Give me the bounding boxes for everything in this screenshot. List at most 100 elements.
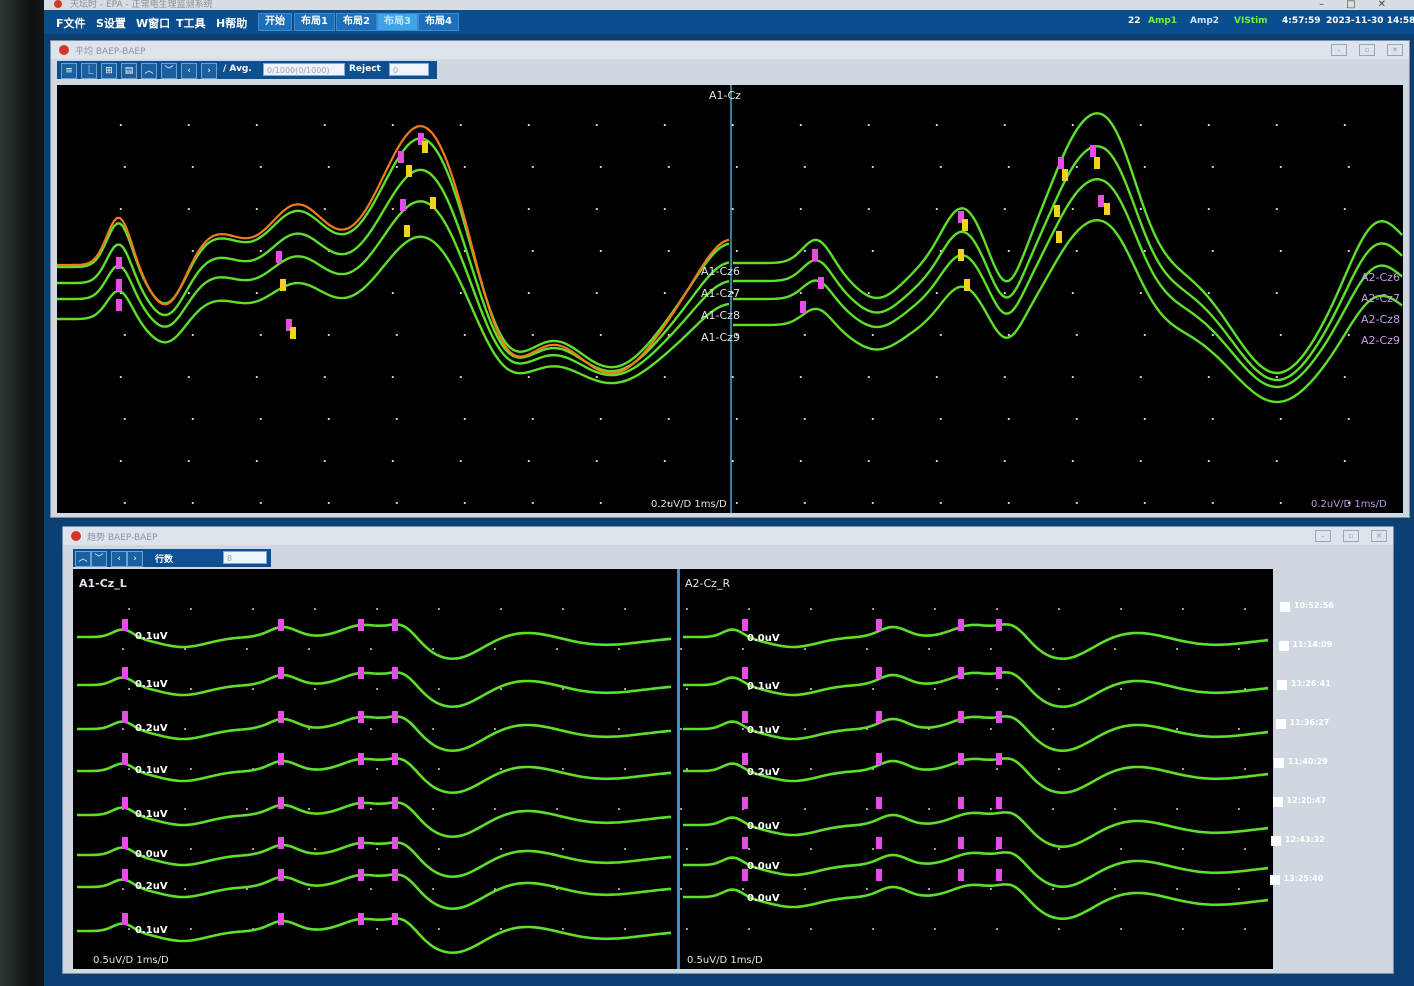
- grid-dot: [259, 249, 262, 253]
- panel-close-icon[interactable]: ✕: [1387, 44, 1403, 56]
- panel-close-icon[interactable]: ✕: [1371, 530, 1387, 542]
- reject-count-field[interactable]: 0: [389, 63, 429, 76]
- layout4-button[interactable]: 布局4: [418, 13, 459, 31]
- grid-dot: [391, 123, 394, 127]
- timestamp-checkbox[interactable]: [1278, 641, 1289, 651]
- trend-peak-marker: [392, 913, 398, 925]
- toolbar-up-icon[interactable]: ︿: [141, 63, 157, 79]
- timestamp-row[interactable]: 12:20:47: [1272, 795, 1343, 809]
- trend-peak-marker: [358, 667, 364, 679]
- grid-dot: [1275, 207, 1278, 211]
- menu-settings[interactable]: S设置: [96, 15, 126, 31]
- minimize-icon[interactable]: –: [1319, 0, 1346, 10]
- grid-dot: [562, 608, 564, 610]
- layout3-button[interactable]: 布局3: [377, 13, 418, 31]
- grid-dot: [323, 207, 326, 211]
- grid-dot: [1003, 375, 1006, 379]
- grid-dot: [748, 928, 750, 930]
- peak-marker: [116, 299, 122, 311]
- grid-dot: [939, 417, 942, 421]
- trend-right-icon[interactable]: ›: [127, 551, 143, 567]
- trend-left-icon[interactable]: ‹: [111, 551, 127, 567]
- grid-dot: [599, 165, 602, 169]
- trend-peak-marker: [876, 837, 882, 849]
- trend-up-icon[interactable]: ︿: [75, 551, 91, 567]
- panel-restore-icon[interactable]: ▫: [1359, 44, 1375, 56]
- timestamp-checkbox[interactable]: [1269, 875, 1280, 885]
- menu-window[interactable]: W窗口: [136, 15, 170, 31]
- grid-dot: [990, 808, 992, 810]
- window-controls[interactable]: –□✕: [1319, 0, 1408, 10]
- menu-help[interactable]: H帮助: [216, 15, 247, 31]
- grid-dot: [327, 417, 330, 421]
- grid-dot: [128, 688, 130, 690]
- toolbar-chart-icon[interactable]: ⊞: [101, 63, 117, 79]
- grid-dot: [1052, 648, 1054, 650]
- menu-tools[interactable]: T工具: [176, 15, 206, 31]
- toolbar-menu-icon[interactable]: ≡: [61, 63, 77, 79]
- trend-left-amplitude: 0.1uV: [135, 679, 168, 690]
- trend-peak-marker: [392, 753, 398, 765]
- grid-dot: [123, 165, 126, 169]
- timestamp-checkbox[interactable]: [1272, 797, 1283, 807]
- left-trace-6: [57, 137, 730, 369]
- timestamp-checkbox[interactable]: [1271, 836, 1281, 846]
- app-screen: 天坛时 - EPA - 正常电生理监测系统 –□✕ F文件 S设置 W窗口 T工…: [44, 0, 1414, 986]
- grid-dot: [618, 808, 620, 810]
- average-waveform-plot[interactable]: A1-Cz A1-Cz6 A1-Cz7 A1-Cz8 A1-Cz9 A2-Cz6…: [57, 85, 1403, 513]
- timestamp-checkbox[interactable]: [1275, 719, 1286, 729]
- trend-peak-marker: [958, 619, 964, 631]
- trend-right-scale: 0.5uV/D 1ms/D: [687, 955, 763, 966]
- toolbar-left-icon[interactable]: ‹: [181, 63, 197, 79]
- timestamp-row[interactable]: 13:25:40: [1269, 873, 1340, 887]
- timestamp-row[interactable]: 10:52:56: [1280, 600, 1350, 614]
- channel-label-a1-cz: A1-Cz: [709, 89, 741, 102]
- timestamp-row[interactable]: 12:43:32: [1271, 834, 1341, 848]
- maximize-icon[interactable]: □: [1346, 0, 1377, 10]
- timestamp-row[interactable]: 11:36:27: [1275, 717, 1346, 731]
- grid-dot: [1139, 207, 1142, 211]
- row-count-select[interactable]: 8: [223, 551, 267, 564]
- grid-dot: [928, 888, 930, 890]
- grid-dot: [667, 249, 670, 253]
- layout2-button[interactable]: 布局2: [336, 13, 377, 31]
- window-titlebar: 天坛时 - EPA - 正常电生理监测系统 –□✕: [44, 0, 1414, 10]
- trend-right-amplitude: 0.1uV: [747, 725, 780, 736]
- grid-dot: [432, 888, 434, 890]
- grid-dot: [1143, 417, 1146, 421]
- grid-dot: [187, 375, 190, 379]
- grid-dot: [255, 123, 258, 127]
- grid-dot: [996, 688, 998, 690]
- menu-bar: F文件 S设置 W窗口 T工具 H帮助 开始 布局1 布局2 布局3 布局4 2…: [44, 10, 1414, 34]
- grid-dot: [680, 728, 682, 730]
- panel-restore-icon[interactable]: ▫: [1343, 530, 1359, 542]
- timestamp-row[interactable]: 11:26:41: [1277, 678, 1347, 692]
- toolbar-baseline-icon[interactable]: ⎿: [81, 63, 97, 79]
- layout1-button[interactable]: 布局1: [294, 13, 335, 31]
- timestamp-checkbox[interactable]: [1274, 758, 1284, 768]
- grid-dot: [562, 928, 564, 930]
- trend-waveform-plot[interactable]: A1-Cz_L A2-Cz_R 0.5uV/D 1ms/D 0.5uV/D 1m…: [73, 569, 1273, 969]
- grid-dot: [391, 459, 394, 463]
- start-button[interactable]: 开始: [258, 13, 292, 31]
- panel-minimize-icon[interactable]: –: [1315, 530, 1331, 542]
- toolbar-down-icon[interactable]: ﹀: [161, 63, 177, 79]
- timestamp-checkbox[interactable]: [1277, 680, 1287, 690]
- grid-dot: [735, 417, 738, 421]
- grid-dot: [735, 501, 738, 505]
- grid-dot: [799, 291, 802, 295]
- grid-dot: [255, 459, 258, 463]
- trend-panel: 趋势 BAEP-BAEP – ▫ ✕ ︿ ﹀ ‹ › 行数 8 A1-Cz_L …: [62, 526, 1394, 974]
- panel-minimize-icon[interactable]: –: [1331, 44, 1347, 56]
- timestamp-row[interactable]: 11:40:29: [1274, 756, 1344, 770]
- trend-peak-marker: [742, 837, 748, 849]
- trend-down-icon[interactable]: ﹀: [91, 551, 107, 567]
- toolbar-save-icon[interactable]: ▤: [121, 63, 137, 79]
- close-icon[interactable]: ✕: [1378, 0, 1408, 10]
- avg-count-field[interactable]: 0/1000(0/1000): [263, 63, 345, 76]
- grid-dot: [246, 808, 248, 810]
- timestamp-row[interactable]: 11:14:09: [1278, 639, 1349, 653]
- timestamp-checkbox[interactable]: [1280, 602, 1290, 612]
- toolbar-right-icon[interactable]: ›: [201, 63, 217, 79]
- menu-file[interactable]: F文件: [56, 15, 86, 31]
